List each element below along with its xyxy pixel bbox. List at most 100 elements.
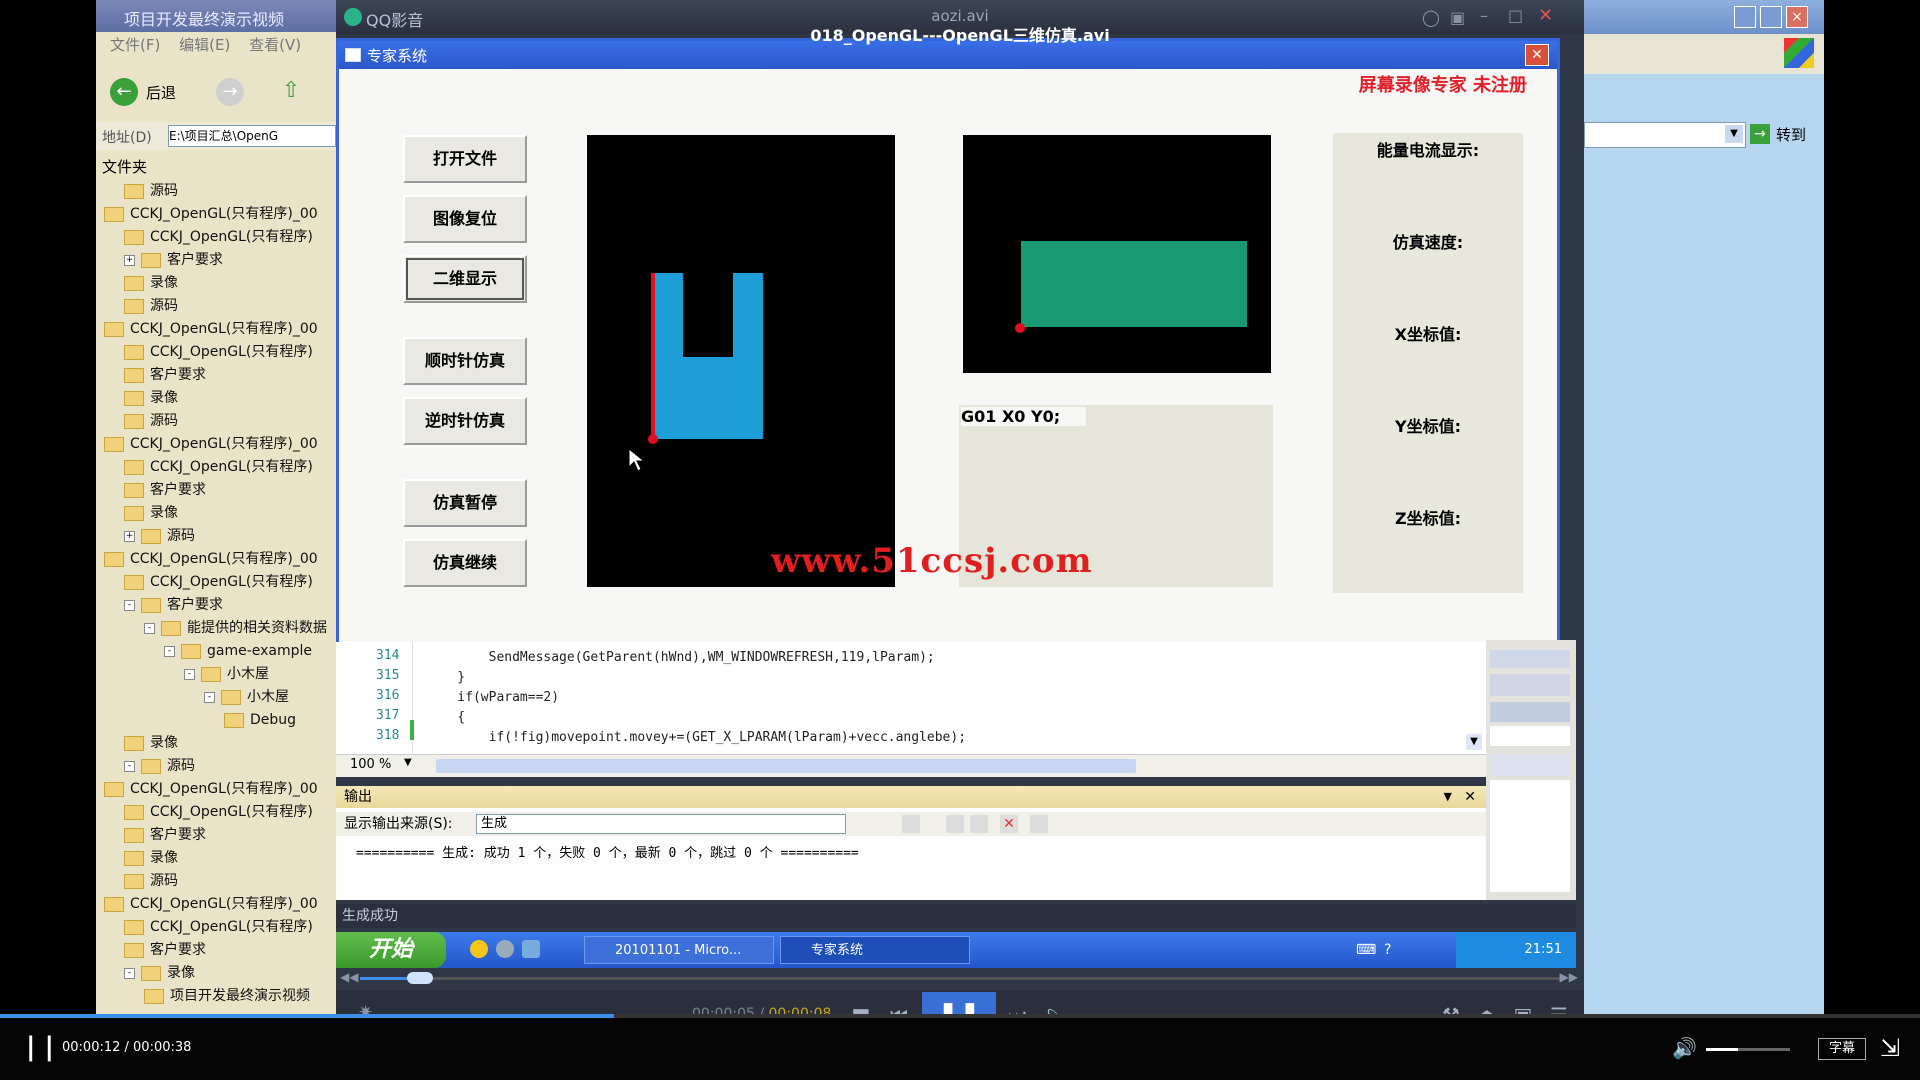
tree-item[interactable]: - game-example [164,640,312,663]
counterclockwise-sim-button[interactable]: 逆时针仿真 [403,397,527,445]
reset-image-button[interactable]: 图像复位 [403,195,527,243]
tree-item[interactable]: CCKJ_OpenGL(只有程序) [124,456,313,479]
2d-display-button[interactable]: 二维显示 [403,255,527,303]
keyboard-icon[interactable]: ⌨ [1356,942,1376,958]
chevron-down-icon[interactable]: ▼ [404,757,412,768]
tree-item[interactable]: 录像 [124,847,178,870]
browser-icon[interactable] [496,940,514,958]
word-wrap-icon[interactable] [1030,815,1048,833]
tree-item[interactable]: 源码 [124,180,178,203]
tree-item[interactable]: + 源码 [124,525,195,548]
dialog-close-button[interactable]: ✕ [1525,44,1549,66]
outer-volume-icon[interactable]: 🔊 [1672,1036,1697,1060]
tree-item[interactable]: 源码 [124,870,178,893]
collapse-icon[interactable]: - [124,760,135,772]
close-icon[interactable]: ✕ [1464,786,1476,808]
tree-item[interactable]: CCKJ_OpenGL(只有程序) [124,916,313,939]
pane-sort-buttons[interactable] [1490,754,1570,776]
tree-item[interactable]: CCKJ_OpenGL(只有程序) [124,571,313,594]
tree-item[interactable]: 客户要求 [124,364,206,387]
outer-volume-track[interactable] [1706,1048,1790,1051]
resume-sim-button[interactable]: 仿真继续 [403,539,527,587]
next-message-icon[interactable] [970,815,988,833]
tree-item[interactable]: 客户要求 [124,824,206,847]
tree-item[interactable]: 项目开发最终演示视频 [144,985,310,1008]
tree-item[interactable]: - 能提供的相关资料数据 [144,617,327,640]
seek-track[interactable] [360,977,1560,980]
tree-item[interactable]: 录像 [124,387,178,410]
prev-message-icon[interactable] [946,815,964,833]
collapse-icon[interactable]: - [124,599,135,611]
output-source-select[interactable]: 生成 [476,814,846,834]
tree-item[interactable]: CCKJ_OpenGL(只有程序) [124,801,313,824]
tree-item[interactable]: - 小木屋 [204,686,289,709]
collapse-icon[interactable]: - [144,622,155,634]
pane-dropdown[interactable] [1490,726,1570,746]
rewind-icon[interactable]: ◀◀ [340,970,358,984]
subtitle-button[interactable]: 字幕 [1818,1038,1866,1060]
horizontal-scrollbar[interactable] [436,759,1136,773]
collapse-icon[interactable]: - [164,645,175,657]
media-icon[interactable] [522,940,540,958]
tree-item[interactable]: - 客户要求 [124,594,223,617]
pane-scroll[interactable] [1490,650,1570,668]
collapse-icon[interactable]: - [184,668,195,680]
scroll-down-icon[interactable]: ▼ [1466,734,1482,750]
open-file-button[interactable]: 打开文件 [403,135,527,183]
tree-item[interactable]: 源码 [124,410,178,433]
pin-icon[interactable]: ▼ [1444,786,1452,808]
code-line[interactable]: } [426,668,465,688]
tree-item[interactable]: CCKJ_OpenGL(只有程序)_00 [104,893,318,916]
tree-item[interactable]: CCKJ_OpenGL(只有程序)_00 [104,433,318,456]
code-line[interactable]: if(wParam==2) [426,688,559,708]
fast-forward-icon[interactable]: ▶▶ [1560,970,1578,984]
tree-item[interactable]: 录像 [124,502,178,525]
expand-icon[interactable]: + [124,254,135,266]
collapse-icon[interactable]: - [204,691,215,703]
find-icon[interactable] [902,815,920,833]
address-dropdown[interactable]: ▼ [1584,122,1746,148]
code-line[interactable]: SendMessage(GetParent(hWnd),WM_WINDOWREF… [426,648,935,668]
back-arrow-icon[interactable]: ← [110,78,138,106]
tree-item[interactable]: - 源码 [124,755,195,778]
help-icon[interactable]: ? [1384,942,1391,958]
tree-item[interactable]: CCKJ_OpenGL(只有程序)_00 [104,778,318,801]
tree-item[interactable]: 客户要求 [124,479,206,502]
seek-thumb[interactable] [407,972,433,984]
start-button[interactable]: 开始 [336,932,446,968]
goto-arrow-icon[interactable]: → [1750,124,1770,144]
collapse-icon[interactable]: - [124,967,135,979]
opengl-viewport-left[interactable] [587,135,895,587]
tree-item[interactable]: CCKJ_OpenGL(只有程序)_00 [104,318,318,341]
tree-item[interactable]: - 小木屋 [184,663,269,686]
tree-item[interactable]: 录像 [124,732,178,755]
tree-item[interactable]: 录像 [124,272,178,295]
outer-pause-button[interactable]: | | [26,1032,54,1062]
tree-item[interactable]: 客户要求 [124,939,206,962]
task-visual-studio[interactable]: 20101101 - Micro... [584,936,774,964]
qq-icon[interactable] [470,940,488,958]
goto-button[interactable]: 转到 [1776,124,1806,145]
opengl-viewport-right[interactable] [963,135,1271,373]
task-expert-system[interactable]: 专家系统 [780,936,970,964]
clockwise-sim-button[interactable]: 顺时针仿真 [403,337,527,385]
clear-all-icon[interactable]: ✕ [1000,815,1018,833]
zoom-level[interactable]: 100 % [350,757,391,772]
tree-item[interactable]: CCKJ_OpenGL(只有程序)_00 [104,548,318,571]
pause-sim-button[interactable]: 仿真暂停 [403,479,527,527]
expand-icon[interactable]: + [124,530,135,542]
tree-item[interactable]: 源码 [124,295,178,318]
tree-item[interactable]: CCKJ_OpenGL(只有程序) [124,341,313,364]
code-editor[interactable]: 314 SendMessage(GetParent(hWnd),WM_WINDO… [336,642,1486,758]
chevron-down-icon[interactable]: ▼ [1725,125,1743,143]
back-button[interactable]: 后退 [146,82,176,103]
tree-item[interactable]: + 客户要求 [124,249,223,272]
address-input[interactable]: E:\项目汇总\OpenG [168,125,336,147]
player-seek-bar[interactable]: ◀◀ ▶▶ [340,970,1578,986]
tree-item[interactable]: Debug [224,709,296,732]
code-line[interactable]: if(!fig)movepoint.movey+=(GET_X_LPARAM(l… [426,728,966,748]
tree-item[interactable]: CCKJ_OpenGL(只有程序)_00 [104,203,318,226]
forward-arrow-icon[interactable]: → [216,78,244,106]
up-folder-icon[interactable]: ⇧ [282,78,300,103]
code-line[interactable]: { [426,708,465,728]
